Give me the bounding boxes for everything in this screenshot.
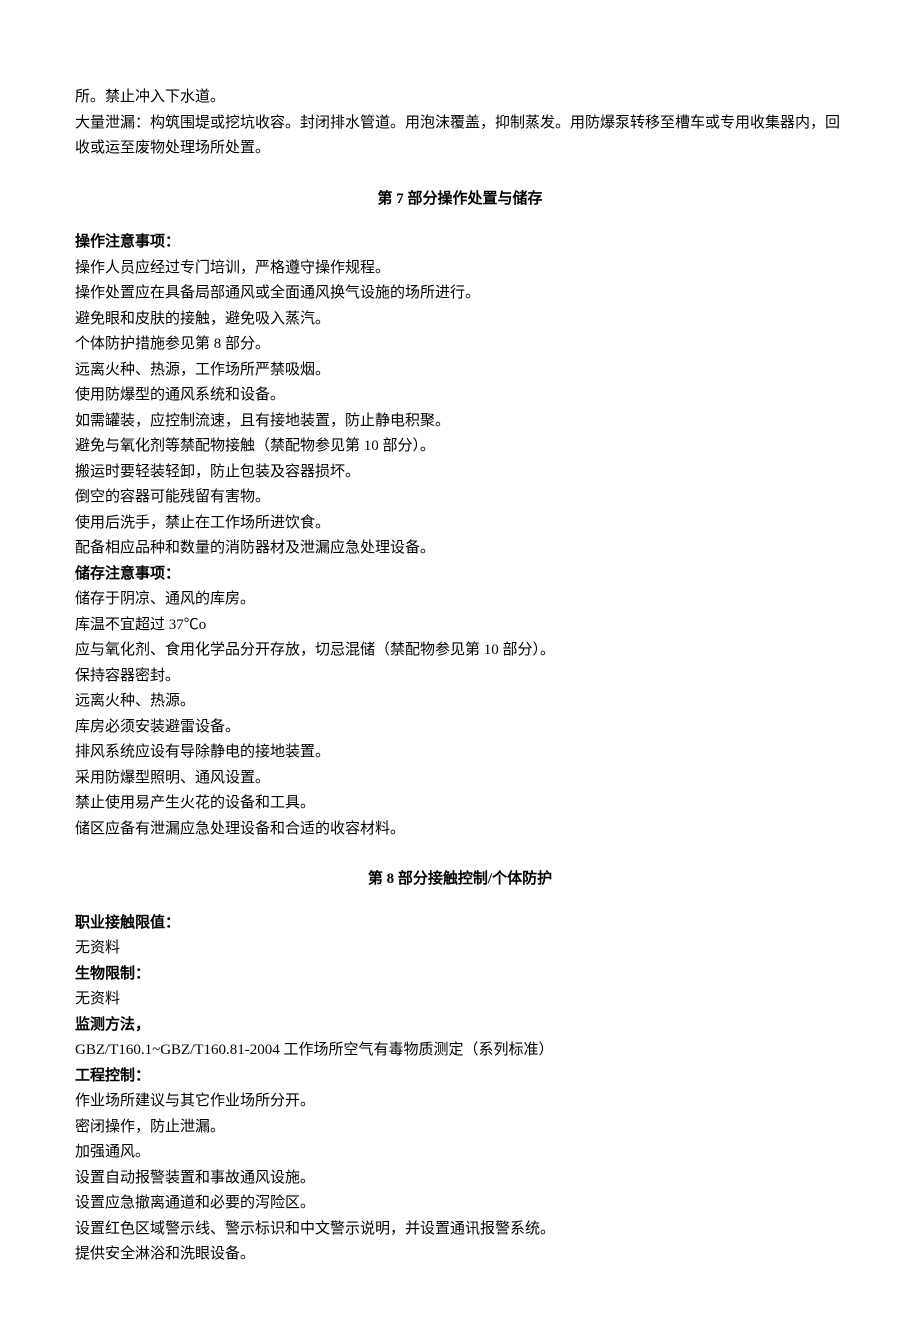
storage-label: 储存注意事项： xyxy=(75,562,845,588)
ops-line-1: 操作处置应在具备局部通风或全面通风换气设施的场所进行。 xyxy=(75,281,845,307)
storage-line-4: 远离火种、热源。 xyxy=(75,689,845,715)
monitor-label: 监测方法， xyxy=(75,1013,845,1039)
section8-title: 第 8 部分接触控制/个体防护 xyxy=(75,867,845,893)
storage-line-2: 应与氧化剂、食用化学品分开存放，切忌混储（禁配物参见第 10 部分）。 xyxy=(75,638,845,664)
storage-line-3: 保持容器密封。 xyxy=(75,664,845,690)
storage-line-6: 排风系统应设有导除静电的接地装置。 xyxy=(75,740,845,766)
ops-label: 操作注意事项： xyxy=(75,230,845,256)
ops-line-8: 搬运时要轻装轻卸，防止包装及容器损坏。 xyxy=(75,460,845,486)
ops-line-5: 使用防爆型的通风系统和设备。 xyxy=(75,383,845,409)
storage-lines: 储存于阴凉、通风的库房。库温不宜超过 37℃o应与氧化剂、食用化学品分开存放，切… xyxy=(75,587,845,842)
ops-line-2: 避免眼和皮肤的接触，避免吸入蒸汽。 xyxy=(75,307,845,333)
eng-line-6: 提供安全淋浴和洗眼设备。 xyxy=(75,1242,845,1268)
storage-line-8: 禁止使用易产生火花的设备和工具。 xyxy=(75,791,845,817)
ops-line-3: 个体防护措施参见第 8 部分。 xyxy=(75,332,845,358)
eng-line-0: 作业场所建议与其它作业场所分开。 xyxy=(75,1089,845,1115)
ops-line-4: 远离火种、热源，工作场所严禁吸烟。 xyxy=(75,358,845,384)
eng-line-5: 设置红色区域警示线、警示标识和中文警示说明，并设置通讯报警系统。 xyxy=(75,1217,845,1243)
bio-label: 生物限制： xyxy=(75,962,845,988)
storage-line-0: 储存于阴凉、通风的库房。 xyxy=(75,587,845,613)
storage-line-5: 库房必须安装避雷设备。 xyxy=(75,715,845,741)
monitor-val: GBZ/T160.1~GBZ/T160.81-2004 工作场所空气有毒物质测定… xyxy=(75,1038,845,1064)
exposure-val: 无资料 xyxy=(75,936,845,962)
ops-line-7: 避免与氧化剂等禁配物接触（禁配物参见第 10 部分）。 xyxy=(75,434,845,460)
section7-title: 第 7 部分操作处置与储存 xyxy=(75,187,845,213)
eng-line-2: 加强通风。 xyxy=(75,1140,845,1166)
exposure-label: 职业接触限值： xyxy=(75,911,845,937)
storage-line-1: 库温不宜超过 37℃o xyxy=(75,613,845,639)
storage-line-9: 储区应备有泄漏应急处理设备和合适的收容材料。 xyxy=(75,817,845,843)
eng-line-3: 设置自动报警装置和事故通风设施。 xyxy=(75,1166,845,1192)
bio-val: 无资料 xyxy=(75,987,845,1013)
eng-line-4: 设置应急撤离通道和必要的泻险区。 xyxy=(75,1191,845,1217)
ops-line-10: 使用后洗手，禁止在工作场所进饮食。 xyxy=(75,511,845,537)
ops-line-0: 操作人员应经过专门培训，严格遵守操作规程。 xyxy=(75,256,845,282)
intro-2: 大量泄漏：构筑围堤或挖坑收容。封闭排水管道。用泡沫覆盖，抑制蒸发。用防爆泵转移至… xyxy=(75,111,845,162)
ops-line-11: 配备相应品种和数量的消防器材及泄漏应急处理设备。 xyxy=(75,536,845,562)
storage-line-7: 采用防爆型照明、通风设置。 xyxy=(75,766,845,792)
intro-1: 所。禁止冲入下水道。 xyxy=(75,85,845,111)
eng-label: 工程控制： xyxy=(75,1064,845,1090)
eng-lines: 作业场所建议与其它作业场所分开。密闭操作，防止泄漏。加强通风。设置自动报警装置和… xyxy=(75,1089,845,1268)
eng-line-1: 密闭操作，防止泄漏。 xyxy=(75,1115,845,1141)
ops-line-6: 如需罐装，应控制流速，且有接地装置，防止静电积聚。 xyxy=(75,409,845,435)
ops-line-9: 倒空的容器可能残留有害物。 xyxy=(75,485,845,511)
ops-lines: 操作人员应经过专门培训，严格遵守操作规程。操作处置应在具备局部通风或全面通风换气… xyxy=(75,256,845,562)
